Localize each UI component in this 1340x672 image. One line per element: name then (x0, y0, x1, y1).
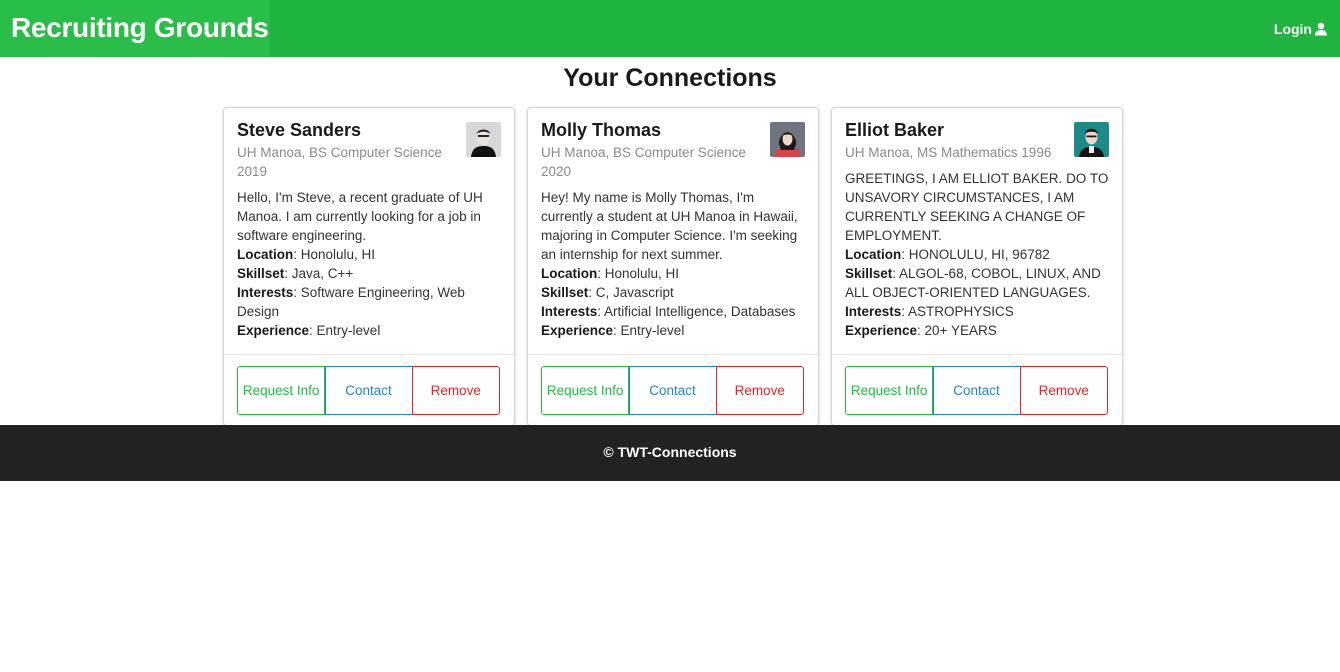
location-value: : Honolulu, HI (597, 266, 680, 281)
connection-card: Elliot Baker UH Manoa, MS Mathematics 19… (831, 107, 1123, 426)
connection-card: Steve Sanders UH Manoa, BS Computer Scie… (223, 107, 515, 426)
card-meta: UH Manoa, BS Computer Science 2020 (541, 145, 746, 179)
action-button-group: Request Info Contact Remove (541, 366, 804, 415)
request-info-button[interactable]: Request Info (541, 366, 630, 415)
card-bio: Hey! My name is Molly Thomas, I'm curren… (541, 190, 798, 262)
card-description: Hello, I'm Steve, a recent graduate of U… (237, 188, 501, 340)
login-menu[interactable]: Login (1274, 0, 1328, 57)
skillset-value: : C, Javascript (588, 285, 674, 300)
card-actions: Request Info Contact Remove (832, 354, 1122, 415)
location-label: Location (237, 247, 294, 262)
card-name: Molly Thomas (541, 120, 662, 140)
card-name: Elliot Baker (845, 120, 945, 140)
card-actions: Request Info Contact Remove (528, 354, 818, 415)
action-button-group: Request Info Contact Remove (237, 366, 500, 415)
interests-label: Interests (845, 304, 902, 319)
card-name: Steve Sanders (237, 120, 362, 140)
skillset-label: Skillset (541, 285, 589, 300)
action-button-group: Request Info Contact Remove (845, 366, 1108, 415)
request-info-button[interactable]: Request Info (237, 366, 326, 415)
top-navbar: Recruiting Grounds Login (0, 0, 1340, 57)
experience-label: Experience (237, 323, 310, 338)
remove-button[interactable]: Remove (1019, 366, 1108, 415)
interests-label: Interests (237, 285, 294, 300)
page-title: Your Connections (563, 64, 777, 92)
footer-copyright: © TWT-Connections (603, 444, 737, 460)
remove-button[interactable]: Remove (715, 366, 804, 415)
experience-label: Experience (541, 323, 614, 338)
card-bio: Hello, I'm Steve, a recent graduate of U… (237, 190, 483, 243)
card-bio: GREETINGS, I AM ELLIOT BAKER. DO TO UNSA… (845, 171, 1109, 243)
interests-value: : Artificial Intelligence, Databases (597, 304, 796, 319)
login-label[interactable]: Login (1274, 21, 1312, 37)
skillset-label: Skillset (845, 266, 893, 281)
skillset-value: : Java, C++ (284, 266, 354, 281)
interests-label: Interests (541, 304, 598, 319)
card-meta: UH Manoa, MS Mathematics 1996 (845, 145, 1052, 160)
location-value: : HONOLULU, HI, 96782 (901, 247, 1050, 262)
card-description: GREETINGS, I AM ELLIOT BAKER. DO TO UNSA… (845, 169, 1109, 340)
contact-button[interactable]: Contact (325, 366, 412, 415)
brand-title[interactable]: Recruiting Grounds (0, 0, 270, 57)
remove-button[interactable]: Remove (411, 366, 500, 415)
location-value: : Honolulu, HI (293, 247, 376, 262)
card-meta: UH Manoa, BS Computer Science 2019 (237, 145, 442, 179)
card-description: Hey! My name is Molly Thomas, I'm curren… (541, 188, 805, 340)
location-label: Location (541, 266, 598, 281)
contact-button[interactable]: Contact (629, 366, 716, 415)
footer: © TWT-Connections (0, 425, 1340, 481)
connection-card: Molly Thomas UH Manoa, BS Computer Scien… (527, 107, 819, 426)
experience-value: : 20+ YEARS (917, 323, 997, 338)
request-info-button[interactable]: Request Info (845, 366, 934, 415)
location-label: Location (845, 247, 902, 262)
experience-value: : Entry-level (309, 323, 381, 338)
experience-value: : Entry-level (613, 323, 685, 338)
user-icon (1315, 22, 1327, 35)
contact-button[interactable]: Contact (933, 366, 1020, 415)
experience-label: Experience (845, 323, 918, 338)
interests-value: : ASTROPHYSICS (901, 304, 1014, 319)
card-actions: Request Info Contact Remove (224, 354, 514, 415)
skillset-label: Skillset (237, 266, 285, 281)
